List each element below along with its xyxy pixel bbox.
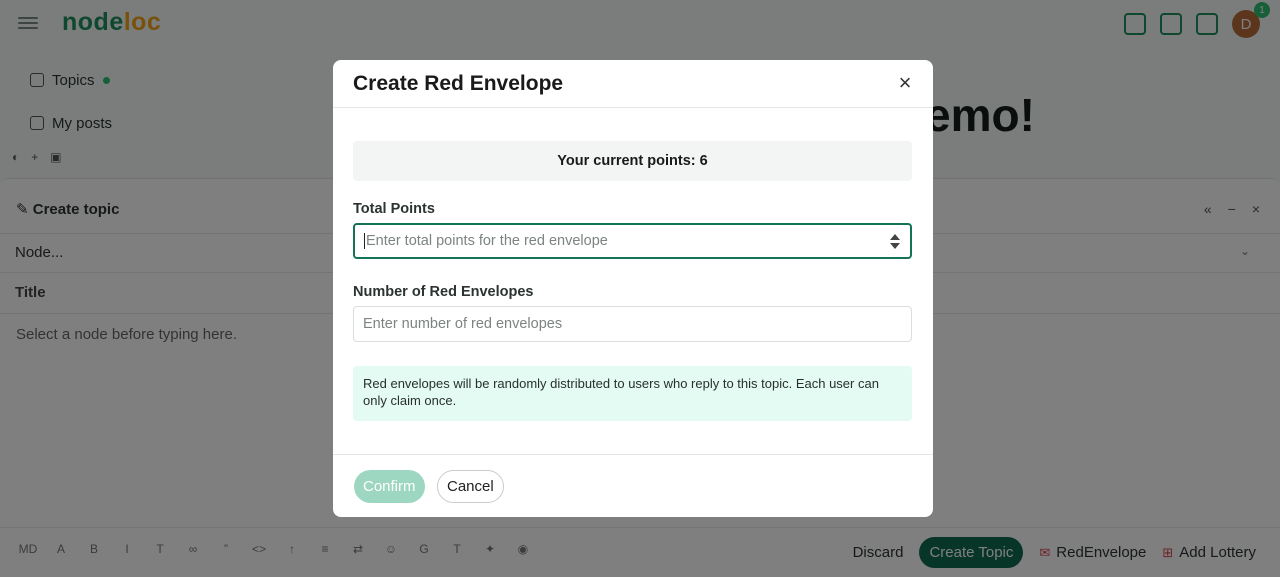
- confirm-button[interactable]: Confirm: [354, 470, 425, 503]
- cancel-button[interactable]: Cancel: [437, 470, 504, 503]
- info-notice: Red envelopes will be randomly distribut…: [353, 366, 912, 421]
- total-points-placeholder: Enter total points for the red envelope: [366, 233, 608, 249]
- dialog-footer: Confirm Cancel: [333, 454, 933, 517]
- current-points-text: Your current points: 6: [557, 153, 708, 169]
- total-points-label: Total Points: [353, 201, 435, 217]
- text-caret: [364, 233, 365, 249]
- close-icon[interactable]: ×: [893, 72, 917, 96]
- dialog-header: Create Red Envelope ×: [333, 60, 933, 108]
- envelope-count-placeholder: Enter number of red envelopes: [363, 316, 563, 332]
- total-points-input[interactable]: Enter total points for the red envelope: [353, 223, 912, 259]
- current-points-banner: Your current points: 6: [353, 141, 912, 181]
- stepper-up-icon[interactable]: [890, 234, 900, 240]
- envelope-count-label: Number of Red Envelopes: [353, 284, 534, 300]
- envelope-count-input[interactable]: Enter number of red envelopes: [353, 306, 912, 342]
- dialog-body: Your current points: 6 Total Points Ente…: [353, 141, 912, 421]
- stepper-down-icon[interactable]: [890, 243, 900, 249]
- info-notice-text: Red envelopes will be randomly distribut…: [363, 376, 879, 408]
- number-stepper[interactable]: [890, 234, 900, 250]
- dialog-title: Create Red Envelope: [353, 72, 564, 95]
- create-red-envelope-dialog: Create Red Envelope × Your current point…: [333, 60, 933, 517]
